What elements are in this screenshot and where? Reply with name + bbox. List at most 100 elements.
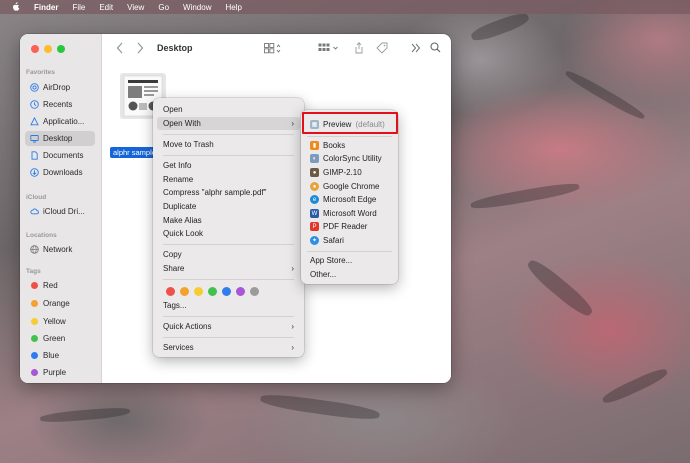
more-chevrons-icon[interactable] [411,42,421,54]
menu-separator [163,316,294,317]
tag-purple-dot [31,369,38,376]
forward-chevron-icon[interactable] [136,42,144,54]
sidebar-item-airdrop[interactable]: AirDrop [25,80,95,95]
group-by-icon[interactable] [318,43,340,54]
gimp-app-icon: ● [310,168,319,177]
highlight-box [302,112,398,134]
chevron-right-icon: › [291,264,294,273]
sidebar-tag-orange[interactable]: Orange [25,296,95,311]
menu-item-make-alias[interactable]: Make Alias [157,214,300,227]
globe-icon [30,245,39,254]
menu-item-tags[interactable]: Tags... [157,299,300,312]
sidebar-heading-favorites: Favorites [26,69,55,76]
sidebar-item-label: Yellow [43,317,66,326]
menu-separator [307,251,392,252]
menu-item-app-store[interactable]: App Store... [304,254,395,267]
app-item-pdf-reader[interactable]: P PDF Reader [304,220,395,233]
wallpaper-rock [39,406,131,424]
menu-item-label: Open With [163,119,201,128]
sidebar-tag-yellow[interactable]: Yellow [25,314,95,329]
zoom-button[interactable] [57,45,65,53]
app-item-word[interactable]: W Microsoft Word [304,207,395,220]
tag-color-orange[interactable] [180,287,189,296]
menu-item-other[interactable]: Other... [304,268,395,281]
sidebar-item-documents[interactable]: Documents [25,148,95,163]
menu-item-move-to-trash[interactable]: Move to Trash [157,138,300,151]
sidebar-item-label: Blue [43,351,60,360]
tag-red-dot [31,282,38,289]
window-controls [31,45,65,53]
tag-color-gray[interactable] [250,287,259,296]
sidebar-item-label: iCloud Dri... [43,207,85,216]
wallpaper-rock [600,365,670,407]
menu-item-open-with[interactable]: Open With › [157,117,300,130]
tag-yellow-dot [31,318,38,325]
menu-item-duplicate[interactable]: Duplicate [157,200,300,213]
airdrop-icon [30,83,39,92]
menu-item-get-info[interactable]: Get Info [157,159,300,172]
sidebar-item-applications[interactable]: Applicatio... [25,114,95,129]
menu-item-rename[interactable]: Rename [157,173,300,186]
cloud-icon [30,207,39,216]
back-chevron-icon[interactable] [116,42,124,54]
sidebar-tag-red[interactable]: Red [25,278,95,293]
tag-color-red[interactable] [166,287,175,296]
sidebar-item-label: AirDrop [43,83,71,92]
menu-item-label: Share [163,264,185,273]
sidebar-item-label: Green [43,334,66,343]
file-name-label[interactable]: alphr sample [110,147,159,158]
close-button[interactable] [31,45,39,53]
sidebar-heading-tags: Tags [26,268,41,275]
app-item-books[interactable]: ▮ Books [304,139,395,152]
toolbar: Desktop [102,34,451,64]
menu-help[interactable]: Help [225,3,241,12]
search-icon[interactable] [430,42,441,53]
menu-item-share[interactable]: Share › [157,262,300,275]
app-item-edge[interactable]: e Microsoft Edge [304,193,395,206]
sidebar-tag-blue[interactable]: Blue [25,348,95,363]
wallpaper-rock [469,180,581,212]
icon-view-grid-icon[interactable] [264,43,282,54]
menu-go[interactable]: Go [158,3,169,12]
menu-view[interactable]: View [127,3,144,12]
app-item-chrome[interactable]: ● Google Chrome [304,180,395,193]
sidebar-item-label: Red [43,281,58,290]
app-label: Microsoft Word [323,209,377,218]
menu-item-open[interactable]: Open [157,103,300,116]
sidebar-item-label: Applicatio... [43,117,85,126]
open-with-submenu: ▦ Preview (default) ▮ Books ◐ ColorSync … [301,110,398,284]
menu-item-copy[interactable]: Copy [157,248,300,261]
sidebar-item-desktop[interactable]: Desktop [25,131,95,146]
tag-color-purple[interactable] [236,287,245,296]
sidebar: Favorites AirDrop Recents Applicatio... … [20,34,102,383]
sidebar-item-network[interactable]: Network [25,242,95,257]
books-app-icon: ▮ [310,141,319,150]
sidebar-item-icloud-drive[interactable]: iCloud Dri... [25,204,95,219]
menu-window[interactable]: Window [183,3,211,12]
sidebar-item-recents[interactable]: Recents [25,97,95,112]
app-item-gimp[interactable]: ● GIMP-2.10 [304,166,395,179]
app-item-safari[interactable]: ✦ Safari [304,234,395,247]
sidebar-item-label: Documents [43,151,84,160]
menu-item-quick-actions[interactable]: Quick Actions › [157,320,300,333]
apple-logo-icon[interactable] [12,1,20,13]
menu-item-compress[interactable]: Compress "alphr sample.pdf" [157,186,300,199]
tag-color-row [166,287,259,296]
sidebar-tag-purple[interactable]: Purple [25,365,95,380]
tag-color-yellow[interactable] [194,287,203,296]
app-item-colorsync[interactable]: ◐ ColorSync Utility [304,152,395,165]
tag-color-green[interactable] [208,287,217,296]
sidebar-item-downloads[interactable]: Downloads [25,165,95,180]
wallpaper-rock [259,391,381,423]
menu-item-services[interactable]: Services › [157,341,300,354]
menu-app-finder[interactable]: Finder [34,3,58,12]
menu-item-quick-look[interactable]: Quick Look [157,227,300,240]
tag-icon[interactable] [376,42,388,54]
sidebar-tag-green[interactable]: Green [25,331,95,346]
menu-file[interactable]: File [72,3,85,12]
minimize-button[interactable] [44,45,52,53]
tag-color-blue[interactable] [222,287,231,296]
share-icon[interactable] [354,42,364,54]
sidebar-item-label: Downloads [43,168,83,177]
menu-edit[interactable]: Edit [99,3,113,12]
